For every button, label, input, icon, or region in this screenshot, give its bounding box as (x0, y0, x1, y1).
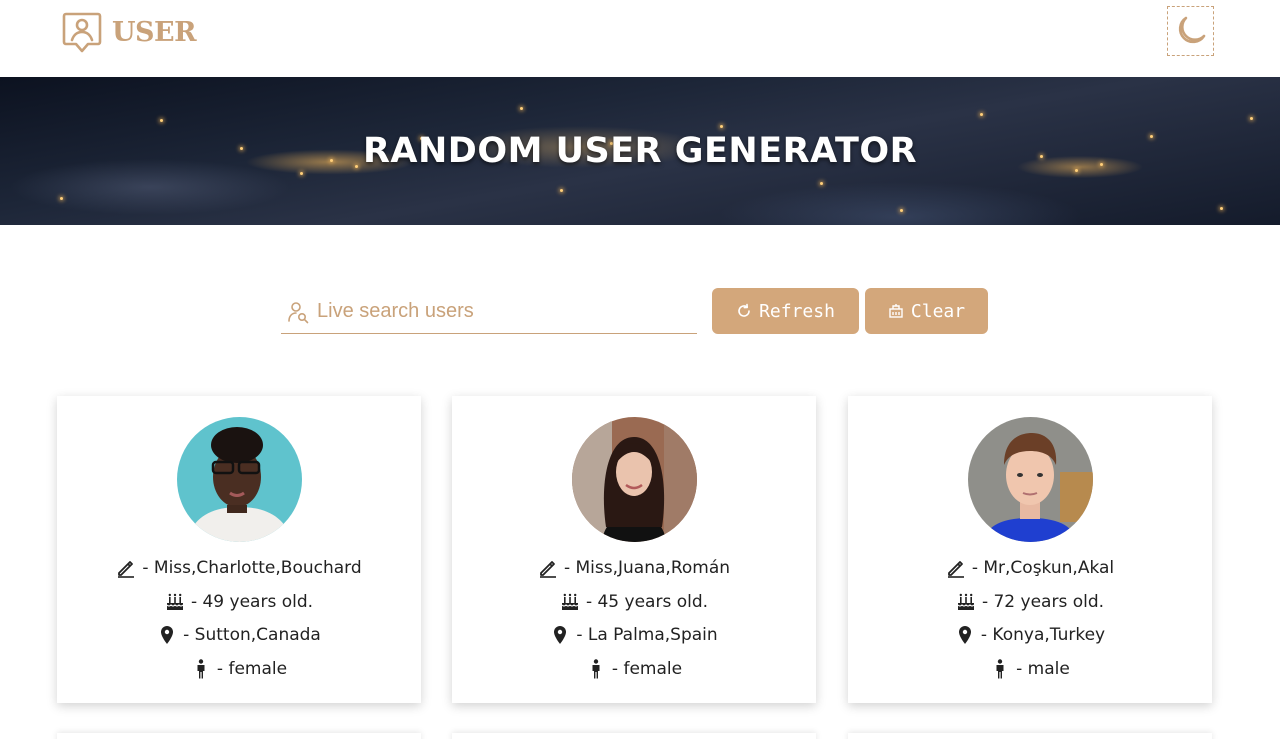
avatar (177, 417, 302, 542)
user-name-row: - Miss,Charlotte,Bouchard (57, 558, 421, 578)
user-card: - Mr,Coşkun,Akal - 72 years old. - Konya… (848, 396, 1212, 703)
birthday-cake-icon (957, 593, 975, 610)
refresh-icon (738, 303, 750, 317)
user-gender-row: - male (848, 659, 1212, 679)
user-age: - 72 years old. (981, 592, 1105, 612)
user-card-partial (452, 733, 816, 739)
user-age-row: - 72 years old. (848, 592, 1212, 612)
user-location: - Sutton,Canada (183, 625, 321, 645)
avatar (572, 417, 697, 542)
top-header: USER (0, 0, 1280, 77)
broom-icon (889, 304, 903, 318)
location-pin-icon (958, 626, 971, 644)
moon-icon (1178, 16, 1205, 44)
user-gender-row: - female (452, 659, 816, 679)
user-card-partial (57, 733, 421, 739)
page-title: RANDOM USER GENERATOR (362, 131, 918, 171)
brand-logo[interactable]: USER (62, 10, 197, 54)
user-badge-icon (62, 12, 102, 53)
user-gender: - female (611, 659, 683, 679)
search-input[interactable] (317, 291, 687, 332)
user-location: - La Palma,Spain (576, 625, 718, 645)
theme-toggle-button[interactable] (1167, 6, 1214, 56)
location-pin-icon (554, 626, 567, 644)
birthday-cake-icon (166, 593, 184, 610)
search-bar (281, 290, 697, 334)
user-name-row: - Miss,Juana,Román (452, 558, 816, 578)
signature-icon (947, 561, 964, 578)
user-location: - Konya,Turkey (980, 625, 1106, 645)
person-icon (592, 659, 600, 679)
user-age-row: - 49 years old. (57, 592, 421, 612)
user-location-row: - Konya,Turkey (848, 625, 1212, 645)
user-card: - Miss,Charlotte,Bouchard - 49 years old… (57, 396, 421, 703)
location-pin-icon (161, 626, 174, 644)
clear-label: Clear (910, 300, 966, 322)
user-gender-row: - female (57, 659, 421, 679)
user-age: - 49 years old. (190, 592, 314, 612)
user-age-row: - 45 years old. (452, 592, 816, 612)
refresh-button[interactable]: Refresh (712, 288, 859, 334)
user-location-row: - Sutton,Canada (57, 625, 421, 645)
user-name: - Miss,Charlotte,Bouchard (142, 558, 362, 578)
person-icon (996, 659, 1004, 679)
user-search-icon (288, 301, 309, 323)
birthday-cake-icon (561, 593, 579, 610)
refresh-label: Refresh (759, 300, 835, 322)
user-gender: - female (216, 659, 288, 679)
brand-name: USER (112, 16, 197, 48)
user-card: - Miss,Juana,Román - 45 years old. - La … (452, 396, 816, 703)
clear-button[interactable]: Clear (865, 288, 988, 334)
hero-banner: RANDOM USER GENERATOR (0, 77, 1280, 225)
avatar (968, 417, 1093, 542)
user-card-partial (848, 733, 1212, 739)
user-age: - 45 years old. (585, 592, 709, 612)
user-name: - Mr,Coşkun,Akal (971, 558, 1115, 578)
user-location-row: - La Palma,Spain (452, 625, 816, 645)
person-icon (197, 659, 205, 679)
user-name: - Miss,Juana,Román (563, 558, 731, 578)
signature-icon (118, 561, 135, 578)
user-gender: - male (1016, 659, 1070, 679)
user-name-row: - Mr,Coşkun,Akal (848, 558, 1212, 578)
signature-icon (539, 561, 556, 578)
